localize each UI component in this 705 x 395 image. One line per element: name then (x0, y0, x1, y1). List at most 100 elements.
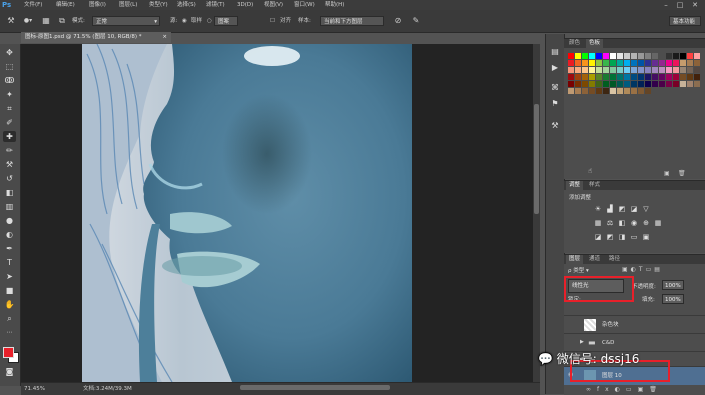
posterize-icon[interactable]: ◩ (606, 233, 614, 241)
pressure-icon[interactable]: ✎ (410, 15, 422, 27)
new-swatch-icon[interactable]: ▣ (664, 170, 670, 177)
color-swatch[interactable] (589, 81, 595, 87)
color-swatch[interactable] (638, 53, 644, 59)
fill-field[interactable]: 100% (662, 294, 684, 304)
document-image[interactable] (82, 44, 412, 382)
hand-tool-icon[interactable]: ✋ (3, 299, 16, 310)
visibility-toggle-icon[interactable] (568, 338, 576, 346)
color-swatch[interactable] (659, 53, 665, 59)
layer-filter[interactable]: ρ 类型 ▾ (568, 266, 589, 274)
shape-tool-icon[interactable]: ■ (3, 285, 16, 296)
color-swatch[interactable] (568, 74, 574, 80)
color-swatch[interactable] (652, 60, 658, 66)
brush-preset-icon[interactable]: ●▾ (22, 15, 34, 27)
visibility-toggle-icon[interactable] (568, 320, 576, 328)
menu-file[interactable]: 文件(F) (24, 0, 42, 10)
color-swatch[interactable] (589, 88, 595, 94)
tab-color[interactable]: 颜色 (566, 39, 583, 48)
zoom-tool-icon[interactable]: ⌕ (3, 313, 16, 324)
brightness-icon[interactable]: ☀ (594, 205, 602, 213)
workspace-select[interactable]: 基本功能 (669, 16, 701, 26)
color-swatch[interactable] (652, 74, 658, 80)
photo-filter-icon[interactable]: ◉ (630, 219, 638, 227)
color-swatch[interactable] (582, 74, 588, 80)
color-swatch[interactable] (673, 60, 679, 66)
delete-swatch-icon[interactable]: 🗑 (678, 170, 686, 177)
selective-color-icon[interactable]: ▣ (642, 233, 650, 241)
color-swatch[interactable] (631, 88, 637, 94)
color-swatch[interactable] (638, 60, 644, 66)
color-swatch[interactable] (610, 67, 616, 73)
color-swatch[interactable] (673, 67, 679, 73)
color-swatch[interactable] (631, 53, 637, 59)
color-swatch[interactable] (638, 67, 644, 73)
clone-source-panel-icon[interactable]: ⚒ (549, 120, 561, 132)
color-swatch[interactable] (596, 53, 602, 59)
color-swatch[interactable] (568, 53, 574, 59)
color-swatch[interactable] (659, 67, 665, 73)
color-swatch[interactable] (617, 67, 623, 73)
color-swatch[interactable] (694, 53, 700, 59)
color-swatch[interactable] (582, 67, 588, 73)
dodge-tool-icon[interactable]: ◐ (3, 229, 16, 240)
tab-close-icon[interactable]: × (162, 32, 167, 43)
color-swatch[interactable] (610, 88, 616, 94)
history-brush-tool-icon[interactable]: ↺ (3, 173, 16, 184)
color-swatch[interactable] (589, 74, 595, 80)
color-swatch[interactable] (617, 53, 623, 59)
color-swatch[interactable] (687, 67, 693, 73)
color-swatch[interactable] (687, 74, 693, 80)
close-button[interactable]: ✕ (691, 1, 699, 9)
hue-saturation-icon[interactable]: ▦ (594, 219, 602, 227)
color-swatch[interactable] (575, 74, 581, 80)
layer-actions-icons[interactable]: ∞fx◐▭▣🗑 (586, 386, 663, 393)
healing-brush-tool-icon[interactable]: ✚ (3, 131, 16, 142)
opacity-field[interactable]: 100% (662, 280, 684, 290)
color-swatch[interactable] (659, 60, 665, 66)
color-swatch[interactable] (610, 60, 616, 66)
color-swatch[interactable] (694, 67, 700, 73)
menu-help[interactable]: 帮助(H) (325, 0, 344, 10)
color-balance-icon[interactable]: ⚖ (606, 219, 614, 227)
color-swatch[interactable] (603, 53, 609, 59)
color-swatch[interactable] (575, 81, 581, 87)
color-swatch[interactable] (694, 74, 700, 80)
foreground-color-swatch[interactable] (3, 347, 14, 358)
color-swatch[interactable] (589, 60, 595, 66)
color-swatch[interactable] (638, 81, 644, 87)
color-swatch[interactable] (589, 67, 595, 73)
brush-presets-icon[interactable]: ⚑ (549, 98, 561, 110)
color-swatch[interactable] (631, 67, 637, 73)
color-swatch[interactable] (624, 88, 630, 94)
source-sampled[interactable]: 取样 (191, 16, 202, 26)
color-swatch[interactable] (673, 74, 679, 80)
menu-type[interactable]: 类型(Y) (149, 0, 168, 10)
document-tab[interactable]: 图标-原图1.psd @ 71.5% (图层 10, RGB/8) * × (21, 32, 171, 43)
menu-layer[interactable]: 图层(L) (119, 0, 137, 10)
color-swatch[interactable] (666, 67, 672, 73)
color-swatch[interactable] (673, 53, 679, 59)
color-swatch[interactable] (652, 53, 658, 59)
color-swatch[interactable] (596, 67, 602, 73)
color-swatch[interactable] (603, 88, 609, 94)
color-lookup-icon[interactable]: ▦ (654, 219, 662, 227)
curves-icon[interactable]: ◩ (618, 205, 626, 213)
color-swatch[interactable] (645, 67, 651, 73)
color-swatch[interactable] (624, 53, 630, 59)
eraser-tool-icon[interactable]: ◧ (3, 187, 16, 198)
color-swatch[interactable] (680, 60, 686, 66)
color-swatch[interactable] (680, 81, 686, 87)
canvas-vertical-scrollbar[interactable] (533, 44, 540, 382)
color-swatch[interactable] (575, 60, 581, 66)
expand-arrow-icon[interactable]: ▶ (580, 339, 584, 345)
color-swatch[interactable] (645, 81, 651, 87)
aligned-checkbox-icon[interactable]: ☐ (270, 16, 275, 26)
horizontal-scrollbar[interactable] (240, 385, 390, 390)
color-swatch[interactable] (652, 67, 658, 73)
color-swatch[interactable] (624, 60, 630, 66)
color-swatch[interactable] (575, 67, 581, 73)
zoom-level[interactable]: 71.45% (24, 383, 45, 395)
path-select-tool-icon[interactable]: ➤ (3, 271, 16, 282)
ignore-adjustment-icon[interactable]: ⊘ (392, 15, 404, 27)
color-swatch[interactable] (568, 60, 574, 66)
